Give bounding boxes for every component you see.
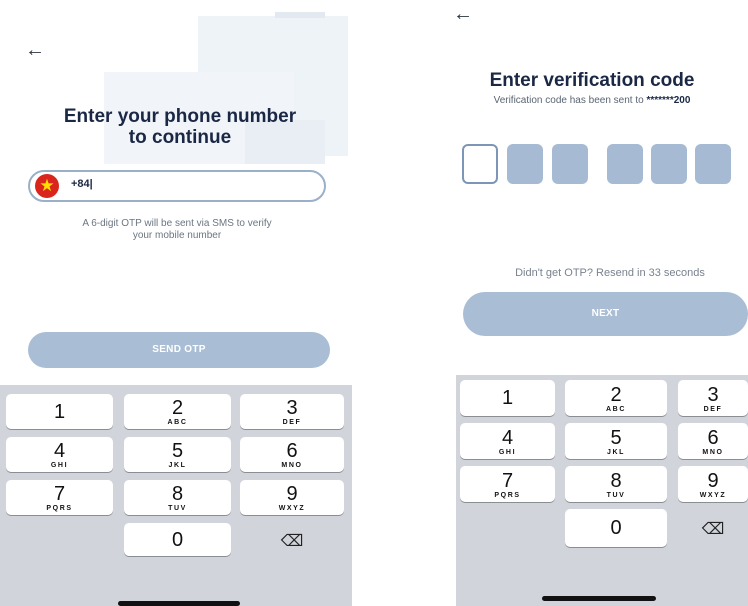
backspace-key[interactable]: ⌫ [240,523,344,556]
key-letters: DEF [703,406,723,413]
otp-digit-input-2[interactable] [507,144,543,184]
key-letters: ABC [167,419,188,426]
helper-line-2: your mobile number [132,230,222,241]
key-letters: PQRS [494,492,521,499]
key-2[interactable]: 2 ABC [565,380,667,416]
key-digit: 0 [171,528,184,551]
phone-number-input[interactable]: ★ +84| [28,170,326,202]
key-digit: 4 [501,427,514,449]
key-digit: 4 [53,440,66,462]
title-line-2: to continue [128,127,232,148]
key-7[interactable]: 7 PQRS [460,466,555,502]
key-0[interactable]: 0 [565,509,667,547]
key-4[interactable]: 4 GHI [460,423,555,459]
key-digit: 0 [610,517,622,539]
key-2[interactable]: 2 ABC [124,394,231,429]
key-letters: WXYZ [699,492,727,499]
key-5[interactable]: 5 JKL [124,437,231,472]
phone-number-value[interactable]: +84| [71,178,93,190]
key-6[interactable]: 6 MNO [678,423,748,459]
key-3[interactable]: 3 DEF [678,380,748,416]
key-0[interactable]: 0 [124,523,231,556]
resend-otp-text: Didn't get OTP? Resend in 33 seconds [515,267,705,279]
key-9[interactable]: 9 WXYZ [678,466,748,502]
key-8[interactable]: 8 TUV [565,466,667,502]
vietnam-flag-icon[interactable]: ★ [35,174,59,198]
key-digit: 2 [610,384,622,406]
masked-phone-number: *******200 [646,95,691,106]
key-1[interactable]: 1 [6,394,113,429]
verification-subtitle: Verification code has been sent to *****… [436,95,748,106]
key-digit: 8 [610,470,622,492]
key-digit: 7 [501,470,514,492]
key-digit: 7 [53,483,66,505]
key-digit: 1 [501,387,514,409]
numeric-keypad: 1 2 ABC 3 DEF 4 GHI 5 JKL 6 MNO 7 PQRS 8 TUV 9W… [456,375,748,606]
key-digit: 9 [707,470,719,492]
backspace-key[interactable]: ⌫ [678,509,748,547]
page-title: Enter your phone number to continue [30,106,330,148]
key-8[interactable]: 8 TUV [124,480,231,515]
key-letters: GHI [50,462,69,469]
subtitle-text: Verification code has been sent to [493,95,647,106]
otp-digit-input-1[interactable] [462,144,498,184]
background-decoration [275,12,325,18]
key-letters: JKL [606,449,626,456]
key-letters: DEF [282,419,302,426]
backspace-icon: ⌫ [701,521,725,538]
send-otp-button[interactable]: SEND OTP [28,332,330,368]
key-9[interactable]: 9 WXYZ [240,480,344,515]
key-digit: 8 [171,483,184,505]
home-indicator [118,601,240,606]
key-digit: 5 [171,440,184,462]
key-letters: MNO [281,462,303,469]
key-letters: TUV [606,492,626,499]
page-title: Enter verification code [489,70,695,91]
helper-line-1: A 6-digit OTP will be sent via SMS to ve… [82,218,272,229]
key-6[interactable]: 6 MNO [240,437,344,472]
home-indicator [542,596,656,601]
back-arrow-icon[interactable]: ← [25,40,45,60]
verification-screen: ← Enter verification code Verification c… [436,0,748,606]
otp-digit-input-3[interactable] [552,144,588,184]
key-digit: 6 [286,440,298,462]
otp-helper-text: A 6-digit OTP will be sent via SMS to ve… [42,218,312,242]
key-5[interactable]: 5 JKL [565,423,667,459]
title-line-1: Enter your phone number [63,106,297,127]
key-digit: 5 [610,427,622,449]
key-letters: ABC [606,406,626,413]
key-digit: 2 [171,397,184,419]
back-arrow-icon[interactable]: ← [453,4,473,24]
key-letters: PQRS [46,505,73,512]
key-digit: 6 [707,427,719,449]
otp-digit-input-6[interactable] [695,144,731,184]
otp-digit-input-4[interactable] [607,144,643,184]
key-7[interactable]: 7 PQRS [6,480,113,515]
key-letters: TUV [168,505,187,512]
key-digit: 1 [53,400,66,423]
key-digit: 3 [707,384,719,406]
key-letters: GHI [498,449,517,456]
key-4[interactable]: 4 GHI [6,437,113,472]
key-letters: JKL [168,462,187,469]
key-letters: MNO [702,449,724,456]
otp-digit-input-5[interactable] [651,144,687,184]
next-button[interactable]: NEXT [463,292,748,336]
key-letters: WXYZ [278,505,306,512]
numeric-keypad: 1 2 ABC 3 DEF 4 GHI 5 JKL 6 MNO 7 PQRS 8 TUV 9W… [0,385,352,606]
key-1[interactable]: 1 [460,380,555,416]
key-digit: 3 [286,397,298,419]
phone-entry-screen: ← Enter your phone number to continue ★ … [0,0,352,606]
backspace-icon: ⌫ [280,533,304,550]
key-3[interactable]: 3 DEF [240,394,344,429]
key-digit: 9 [286,483,298,505]
